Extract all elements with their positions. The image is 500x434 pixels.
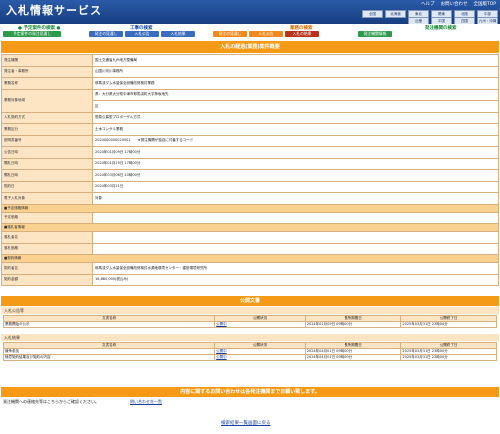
nav-group-agency: 発注機関の検索 [425, 26, 457, 31]
plan-outlook-button[interactable]: 予定案件の発注見通し [3, 31, 61, 37]
business-result-button[interactable]: 入札の結果 [285, 31, 319, 37]
info-row: 入札契約方式 簡易公募型プロポーザル方式 [1, 111, 499, 124]
work-result-button[interactable]: 入札結果 [161, 31, 195, 37]
table-row: 随意契約結果及び契約の内容 公開中 2024年04月01日 09時00分 202… [2, 354, 497, 361]
page-title: 入札の経過(業務)案件概要 [1, 41, 499, 53]
notice-table: 文書名称 公開状況 長所期間日 公開終了日 業務開始の公示 公開中 2024年0… [2, 315, 497, 328]
business-notice-button[interactable]: 入札公告 [249, 31, 283, 37]
table-row: 業務開始の公示 公開中 2024年01月09日 09時00分 2025年03月3… [2, 321, 497, 328]
info-table: 発注機関 国土交通省九州地方整備局 発注者・事務所 山国川河川事務所 業務名称 耶馬渓… [1, 54, 499, 286]
contact-list-link[interactable]: 問い合わせ先一覧 [130, 399, 162, 405]
info-row: 開札日時 2024年03月06日 10時00分 [1, 169, 499, 182]
info-row: 電子入札対象 対象 [1, 192, 499, 205]
info-row: 落札者名 [1, 231, 499, 244]
top-link[interactable]: 全国版TOP [473, 1, 496, 7]
public-status-link[interactable]: 公開中 [216, 349, 227, 353]
info-row: 業務対象地域 県：大分県大分県中津市耶馬渓町大字柿坂地先 [1, 88, 499, 113]
info-row: 業務名称 耶馬渓ダム水量保全設備改修検討業務 [1, 77, 499, 90]
public-status-link[interactable]: 公開中 [216, 322, 227, 326]
work-outlook-button[interactable]: 発注の見通し [89, 31, 123, 37]
info-row: 公告日時 2024年01月09日 17時00分 [1, 146, 499, 159]
region-tab[interactable]: 全国 [362, 10, 383, 18]
search-nav: ● 予定案件の検索 ● 工事の検索 業務の検索 発注機関の検索 予定案件の発注見… [0, 24, 500, 37]
contact-bar: 内容に関するお問い合わせは各発注機関までお願い致します。 [1, 387, 499, 397]
agency-info-button[interactable]: 発注機関情報 [358, 31, 392, 37]
contact-text: 発注機関への連絡先等はこちらからご確認ください。 [3, 399, 99, 404]
region-tab[interactable]: 北海道 [385, 10, 406, 18]
section-row: ■契約情報 [1, 254, 499, 263]
info-row: 説明書番号 2024000000020001 ★発注機関が独自に付番するコード [1, 134, 499, 147]
result-section-title: 入札結果 [1, 334, 499, 341]
result-table: 文書名称 公開状況 長所期間日 公開終了日 競争参加 公開中 2024年04月0… [2, 342, 497, 361]
section-row: ■予定価格情報 [1, 203, 499, 213]
help-link[interactable]: ヘルプ [421, 1, 435, 7]
back-to-results-link[interactable]: 検索結果一覧画面に戻る [221, 420, 271, 426]
notice-section-title: 入札公告等 [1, 307, 499, 314]
info-row: 契約日 2024年03月21日 [1, 180, 499, 193]
info-row: 発注者・事務所 山国川河川事務所 [1, 65, 499, 78]
info-row: 契約者名 耶馬渓ダム水量保全設備改修検討水源地環境センター・建設環境研究所 [1, 262, 499, 275]
info-row: 予定価格 [1, 211, 499, 224]
work-notice-button[interactable]: 入札公告 [125, 31, 159, 37]
info-row: 契約金額 16,885,000(税込み) [1, 273, 499, 286]
info-row: 開札日時 2024年01月25日 17時00分 [1, 157, 499, 170]
info-row: 業務区分 土木コンサル業務 [1, 123, 499, 136]
public-docs-title: 公開文書 [1, 296, 499, 306]
public-status-link[interactable]: 公開中 [216, 355, 227, 359]
site-title: 入札情報サービス [6, 4, 102, 17]
business-outlook-button[interactable]: 発注の見通し [213, 31, 247, 37]
info-row: 落札価格 [1, 242, 499, 255]
section-row: ■落札者情報 [1, 223, 499, 232]
info-row: 発注機関 国土交通省九州地方整備局 [1, 54, 499, 67]
header-links: ヘルプ お問い合わせ 全国版TOP [421, 1, 496, 7]
contact-link[interactable]: お問い合わせ [440, 1, 467, 7]
site-header: 入札情報サービス ヘルプ お問い合わせ 全国版TOP 全国 北海道 東北 関東 … [0, 0, 500, 25]
